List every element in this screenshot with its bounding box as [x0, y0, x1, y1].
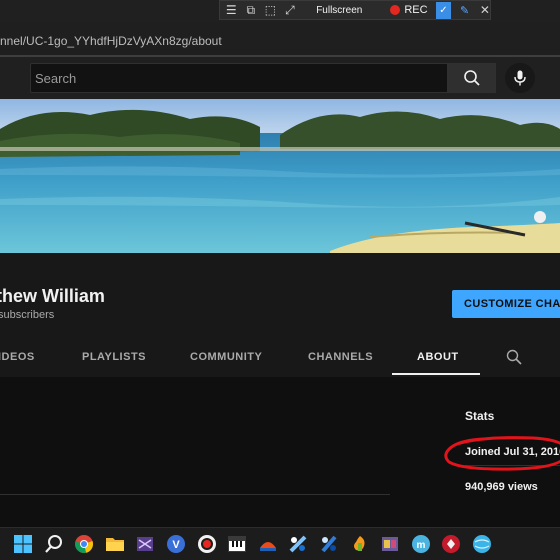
tab-playlists[interactable]: PLAYLISTS: [82, 351, 146, 363]
taskbar: V m: [0, 527, 560, 560]
screen: ☰ ⧉ ⬚ ⤢ Fullscreen REC ✓ ✎ ✕ nnel/UC-1go…: [0, 0, 560, 560]
active-tab-indicator: [392, 373, 480, 375]
chrome-icon[interactable]: [73, 533, 95, 555]
globe-app-icon[interactable]: [471, 533, 493, 555]
tab-community[interactable]: COMMUNITY: [190, 351, 262, 363]
banner-image: [0, 99, 560, 253]
mu-app-icon[interactable]: m: [410, 533, 432, 555]
resize-icon[interactable]: ⤢: [282, 1, 299, 19]
tab-search-icon[interactable]: [506, 349, 522, 365]
svg-text:V: V: [172, 539, 180, 551]
search-button[interactable]: [448, 63, 496, 93]
tab-channels[interactable]: CHANNELS: [308, 351, 373, 363]
colored-logo-icon[interactable]: [257, 533, 279, 555]
tab-videos[interactable]: IDEOS: [0, 351, 35, 363]
address-bar[interactable]: nnel/UC-1go_YYhdfHjDzVyAXn8zg/about: [0, 22, 560, 56]
tab-about[interactable]: ABOUT: [417, 351, 459, 363]
rec-label: REC: [404, 4, 428, 16]
window-select-icon[interactable]: ⧉: [243, 1, 260, 19]
red-app-icon[interactable]: [440, 533, 462, 555]
recorder-strip: ☰ ⧉ ⬚ ⤢ Fullscreen REC ✓ ✎ ✕: [0, 0, 560, 22]
file-explorer-icon[interactable]: [104, 533, 126, 555]
record-dot-icon: [390, 5, 401, 15]
taskbar-search-icon[interactable]: [43, 533, 65, 555]
site-header: Search: [0, 57, 560, 99]
stats-heading: Stats: [465, 409, 495, 423]
voice-search-button[interactable]: [505, 63, 535, 93]
content-divider: [0, 494, 390, 495]
video-pack-icon[interactable]: [379, 533, 401, 555]
close-icon[interactable]: ✕: [480, 3, 490, 17]
search-placeholder: Search: [35, 71, 77, 86]
url-text[interactable]: nnel/UC-1go_YYhdfHjDzVyAXn8zg/about: [0, 34, 222, 48]
windows-start-icon[interactable]: [12, 533, 34, 555]
svg-text:m: m: [416, 540, 425, 551]
rec-button[interactable]: REC: [390, 4, 428, 16]
search-input[interactable]: Search: [30, 63, 448, 93]
channel-banner: [0, 99, 560, 253]
search-icon: [464, 70, 480, 86]
channel-tabs: IDEOS PLAYLISTS COMMUNITY CHANNELS ABOUT: [0, 340, 560, 376]
fullscreen-button[interactable]: Fullscreen: [316, 5, 362, 16]
region-select-icon[interactable]: ⬚: [262, 1, 279, 19]
menu-icon[interactable]: ☰: [223, 1, 240, 19]
customize-channel-button[interactable]: CUSTOMIZE CHANNEL: [452, 290, 560, 318]
video-editor-icon[interactable]: [134, 533, 156, 555]
check-icon[interactable]: ✓: [435, 1, 452, 19]
annotation-circle: [444, 436, 560, 471]
fl-studio-icon[interactable]: [349, 533, 371, 555]
gear-app-icon[interactable]: [287, 533, 309, 555]
piano-app-icon[interactable]: [226, 533, 248, 555]
microphone-icon: [514, 70, 526, 86]
pen-icon[interactable]: ✎: [457, 2, 472, 18]
recorder-toolbar: ☰ ⧉ ⬚ ⤢ Fullscreen REC ✓ ✎ ✕: [219, 0, 491, 20]
subscriber-count: subscribers: [0, 309, 55, 321]
view-count: 940,969 views: [465, 481, 538, 493]
recorder-app-icon[interactable]: [196, 533, 218, 555]
v-app-icon[interactable]: V: [165, 533, 187, 555]
channel-name: thew William: [0, 286, 105, 306]
blue-gear-icon[interactable]: [318, 533, 340, 555]
